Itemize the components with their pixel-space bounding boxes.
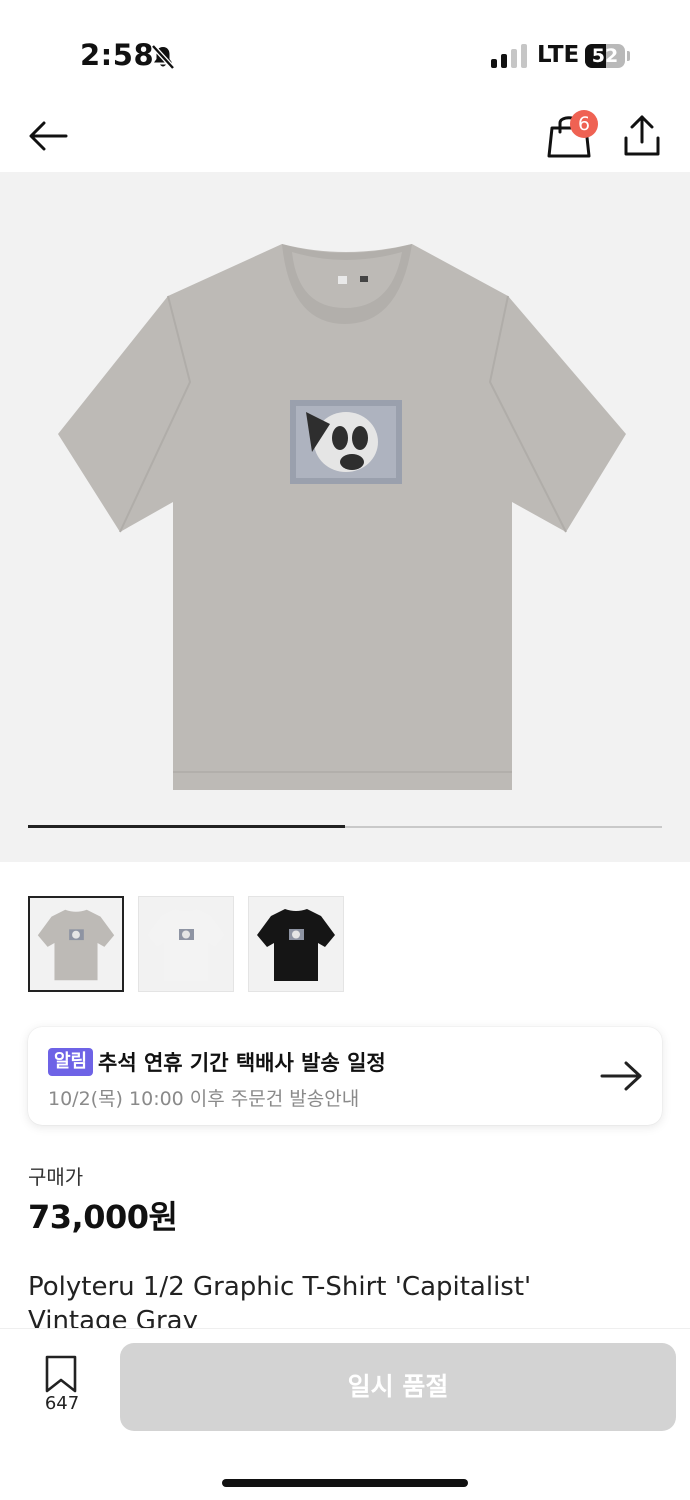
thumbnail-white[interactable] xyxy=(138,896,234,992)
wishlist-count: 647 xyxy=(44,1393,80,1414)
carousel-progress-fill xyxy=(28,825,345,828)
arrow-right-icon xyxy=(600,1061,642,1091)
cellular-signal-icon xyxy=(491,44,527,68)
notice-badge: 알림 xyxy=(48,1048,94,1076)
thumbnail-tshirt-image xyxy=(37,909,115,981)
battery-percent: 52 xyxy=(591,45,619,67)
thumbnail-black[interactable] xyxy=(248,896,344,992)
product-image-tshirt xyxy=(58,244,626,790)
cart-count-badge: 6 xyxy=(570,110,598,138)
carousel-progress xyxy=(28,825,662,828)
thumbnail-tshirt-image xyxy=(257,909,335,981)
bottom-action-bar: 647 일시 품절 xyxy=(0,1328,690,1500)
back-arrow-icon[interactable] xyxy=(26,114,70,158)
home-indicator xyxy=(222,1479,468,1487)
product-image-carousel[interactable] xyxy=(0,172,690,862)
price-value: 73,000원 xyxy=(28,1198,178,1236)
product-detail-page: 2:58 LTE 52 6 알림 추석 연휴 기간 택배사 발송 일정 10/2… xyxy=(0,0,690,1500)
status-time: 2:58 xyxy=(80,38,155,72)
network-type: LTE xyxy=(537,42,580,68)
status-bar: 2:58 LTE 52 xyxy=(0,0,690,110)
shipping-notice-card[interactable]: 알림 추석 연휴 기간 택배사 발송 일정 10/2(목) 10:00 이후 주… xyxy=(28,1027,662,1125)
nav-header: 6 xyxy=(0,110,690,172)
price-label: 구매가 xyxy=(28,1165,84,1189)
share-icon[interactable] xyxy=(622,112,662,158)
notice-subtitle: 10/2(목) 10:00 이후 주문건 발송안내 xyxy=(48,1088,360,1110)
battery-icon: 52 xyxy=(585,44,625,68)
thumbnail-gray[interactable] xyxy=(28,896,124,992)
sold-out-button[interactable]: 일시 품절 xyxy=(120,1343,676,1431)
bookmark-icon xyxy=(45,1355,77,1393)
wishlist-button[interactable]: 647 xyxy=(36,1353,88,1421)
bell-muted-icon xyxy=(151,44,175,70)
battery-nub xyxy=(627,51,630,61)
notice-title: 추석 연휴 기간 택배사 발송 일정 xyxy=(98,1051,386,1075)
thumbnail-tshirt-image xyxy=(147,909,225,981)
